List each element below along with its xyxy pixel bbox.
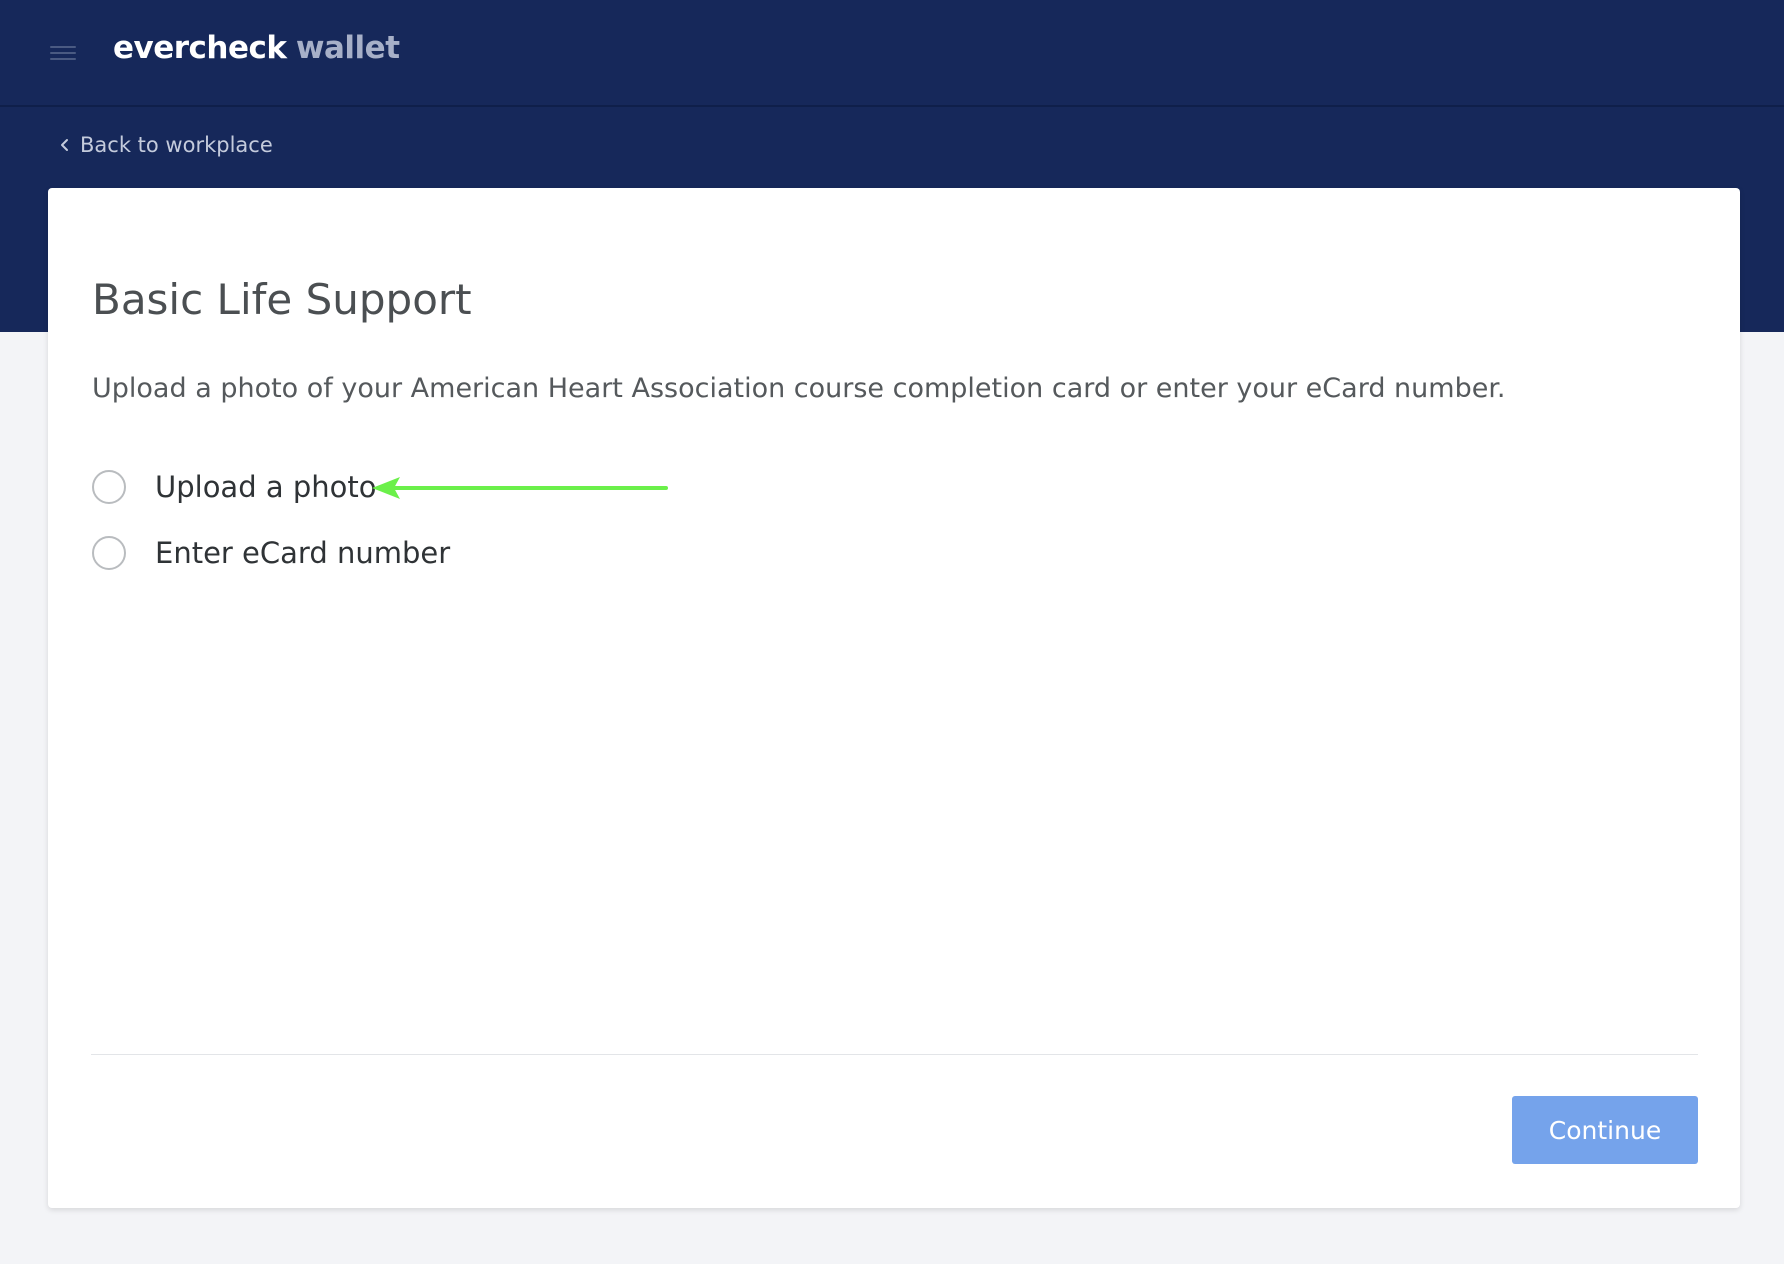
back-link-label: Back to workplace	[80, 133, 273, 157]
brand-product: wallet	[295, 30, 400, 66]
hamburger-menu-icon[interactable]	[50, 46, 76, 64]
brand-name: evercheck	[113, 30, 287, 66]
credential-card: Basic Life Support Upload a photo of you…	[48, 188, 1740, 1208]
enter-ecard-label: Enter eCard number	[155, 536, 451, 570]
page-description: Upload a photo of your American Heart As…	[92, 373, 1506, 404]
continue-button[interactable]: Continue	[1512, 1096, 1698, 1164]
enter-ecard-radio[interactable]	[92, 536, 126, 570]
upload-photo-option[interactable]: Upload a photo	[92, 467, 376, 507]
upload-photo-radio[interactable]	[92, 470, 126, 504]
arrow-left-icon	[372, 477, 668, 499]
enter-ecard-option[interactable]: Enter eCard number	[92, 533, 450, 573]
footer-divider	[91, 1054, 1698, 1055]
chevron-left-icon	[61, 139, 68, 151]
app-logo[interactable]: evercheck wallet	[113, 28, 400, 68]
page-title: Basic Life Support	[92, 275, 472, 324]
back-to-workplace-link[interactable]: Back to workplace	[56, 131, 273, 159]
top-navigation-bar: evercheck wallet	[0, 0, 1784, 107]
upload-photo-label: Upload a photo	[155, 470, 377, 504]
